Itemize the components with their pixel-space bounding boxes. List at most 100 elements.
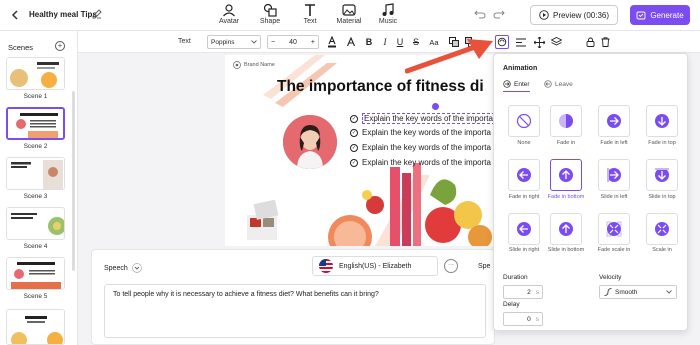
- bullet-item-1[interactable]: ✓ Explain the key words of the importa: [350, 113, 493, 124]
- duration-input[interactable]: 2 s: [503, 285, 543, 299]
- check-circle-icon: ✓: [350, 158, 358, 167]
- avatar-photo[interactable]: [283, 115, 337, 169]
- font-size-increase[interactable]: +: [311, 39, 315, 46]
- voice-select[interactable]: English(US) - Elizabeth: [312, 256, 438, 276]
- redo-button[interactable]: [493, 9, 505, 21]
- velocity-select[interactable]: Smooth: [599, 285, 677, 299]
- scene-thumb-1[interactable]: [6, 57, 65, 90]
- font-size-value[interactable]: 40: [289, 39, 297, 46]
- effect-slide-in-top[interactable]: [646, 159, 678, 191]
- velocity-label: Velocity: [599, 274, 622, 281]
- enter-icon: [503, 80, 511, 88]
- project-title[interactable]: Healthy meal Tips: [29, 10, 97, 19]
- none-icon: [516, 113, 532, 129]
- tab-enter[interactable]: Enter: [503, 80, 530, 92]
- bullet-text-4: Explain the key words of the importa: [362, 158, 491, 167]
- material-icon: [342, 4, 356, 16]
- align-button[interactable]: [514, 35, 528, 49]
- effect-fade-in-top[interactable]: [646, 105, 678, 137]
- chevron-down-icon: [666, 290, 672, 294]
- italic-button[interactable]: I: [378, 35, 392, 49]
- voice-value: English(US) - Elizabeth: [339, 262, 412, 270]
- font-size-stepper[interactable]: − 40 +: [267, 35, 319, 49]
- speech-label: Speech: [104, 264, 128, 272]
- bullet-item-4[interactable]: ✓ Explain the key words of the importa: [350, 158, 491, 167]
- effect-fade-scale-in-label: Fade scale in: [597, 247, 631, 253]
- font-family-select[interactable]: Poppins: [207, 35, 261, 49]
- add-scene-button[interactable]: +: [55, 41, 65, 51]
- scene-label-3: Scene 3: [23, 193, 48, 200]
- preview-button[interactable]: Preview (00:36): [530, 5, 618, 25]
- font-size-decrease[interactable]: −: [271, 39, 275, 46]
- text-icon: [305, 4, 315, 16]
- redo-icon: [493, 10, 505, 19]
- effect-fade-scale-in[interactable]: [598, 213, 630, 245]
- slide-in-bottom-icon: [559, 222, 573, 236]
- lock-button[interactable]: [583, 35, 597, 49]
- effect-fade-in[interactable]: [550, 105, 582, 137]
- fade-scale-in-icon: [606, 221, 622, 237]
- delay-value: 0: [527, 315, 531, 323]
- text-tool[interactable]: Text: [290, 3, 330, 25]
- material-tool[interactable]: Material: [329, 3, 369, 25]
- voice-more-button[interactable]: ···: [444, 259, 458, 273]
- shape-icon: [263, 3, 277, 17]
- speech-dropdown[interactable]: Speech: [104, 263, 142, 273]
- edit-title-icon[interactable]: [92, 9, 103, 20]
- effect-slide-in-left-label: Slide in left: [600, 194, 628, 200]
- shape-tool[interactable]: Shape: [250, 3, 290, 25]
- bullet-item-2[interactable]: ✓ Explain the key words of the importa: [350, 128, 491, 137]
- position-button[interactable]: [532, 35, 546, 49]
- tab-leave-label: Leave: [555, 80, 573, 88]
- avatar-tool[interactable]: Avatar: [209, 3, 249, 25]
- bullet-item-3[interactable]: ✓ Explain the key words of the importa: [350, 143, 491, 152]
- scene-thumb-2[interactable]: [6, 107, 65, 140]
- delete-button[interactable]: [598, 35, 612, 49]
- effect-fade-in-right[interactable]: [508, 159, 540, 191]
- speech-textarea[interactable]: To tell people why it is necessary to ac…: [104, 284, 486, 338]
- annotation-arrow: [405, 39, 493, 74]
- scene-label-4: Scene 4: [23, 243, 48, 250]
- music-tool[interactable]: Music: [368, 3, 408, 25]
- effect-scale-in[interactable]: [646, 213, 678, 245]
- scene-thumb-6[interactable]: [6, 309, 65, 345]
- text-tool-label: Text: [303, 18, 317, 25]
- avatar-tool-label: Avatar: [218, 18, 240, 25]
- music-tool-label: Music: [378, 18, 398, 25]
- effect-none[interactable]: [508, 105, 540, 137]
- text-color-button[interactable]: [325, 35, 339, 49]
- layers-icon: [550, 37, 562, 46]
- slide-in-left-icon: [607, 168, 621, 182]
- effect-slide-in-right-label: Slide in right: [508, 247, 540, 253]
- effect-fade-in-left[interactable]: [598, 105, 630, 137]
- speed-label[interactable]: Spe: [478, 263, 490, 270]
- generate-button[interactable]: Generate: [630, 5, 690, 25]
- animation-title: Animation: [503, 65, 538, 72]
- effect-slide-in-right[interactable]: [508, 213, 540, 245]
- effect-slide-in-bottom[interactable]: [550, 213, 582, 245]
- trash-icon: [601, 37, 609, 47]
- undo-button[interactable]: [474, 9, 486, 21]
- delay-input[interactable]: 0 s: [503, 312, 543, 326]
- effect-fade-in-left-label: Fade in left: [600, 140, 628, 146]
- slide-canvas[interactable]: Brand Name The importance of fitness di …: [225, 55, 493, 246]
- slide-title[interactable]: The importance of fitness di: [277, 78, 484, 96]
- lock-icon: [586, 37, 594, 47]
- scene-thumb-4[interactable]: [6, 207, 65, 240]
- check-circle-icon: ✓: [350, 114, 358, 123]
- back-button[interactable]: [8, 8, 22, 22]
- effect-fade-in-bottom[interactable]: [550, 159, 582, 191]
- sidebar-scrollbar[interactable]: [72, 91, 75, 271]
- shape-tool-label: Shape: [259, 18, 281, 25]
- tab-leave[interactable]: Leave: [544, 80, 573, 91]
- velocity-value: Smooth: [615, 288, 638, 296]
- text-outline-button[interactable]: [344, 35, 358, 49]
- bold-button[interactable]: B: [362, 35, 376, 49]
- delay-unit: s: [535, 315, 539, 323]
- scene-thumb-3[interactable]: [6, 157, 65, 190]
- scene-thumb-5[interactable]: [6, 257, 65, 290]
- layers-button[interactable]: [549, 35, 563, 49]
- selection-handle[interactable]: [432, 103, 439, 110]
- text-color-icon: [328, 36, 336, 48]
- effect-slide-in-left[interactable]: [598, 159, 630, 191]
